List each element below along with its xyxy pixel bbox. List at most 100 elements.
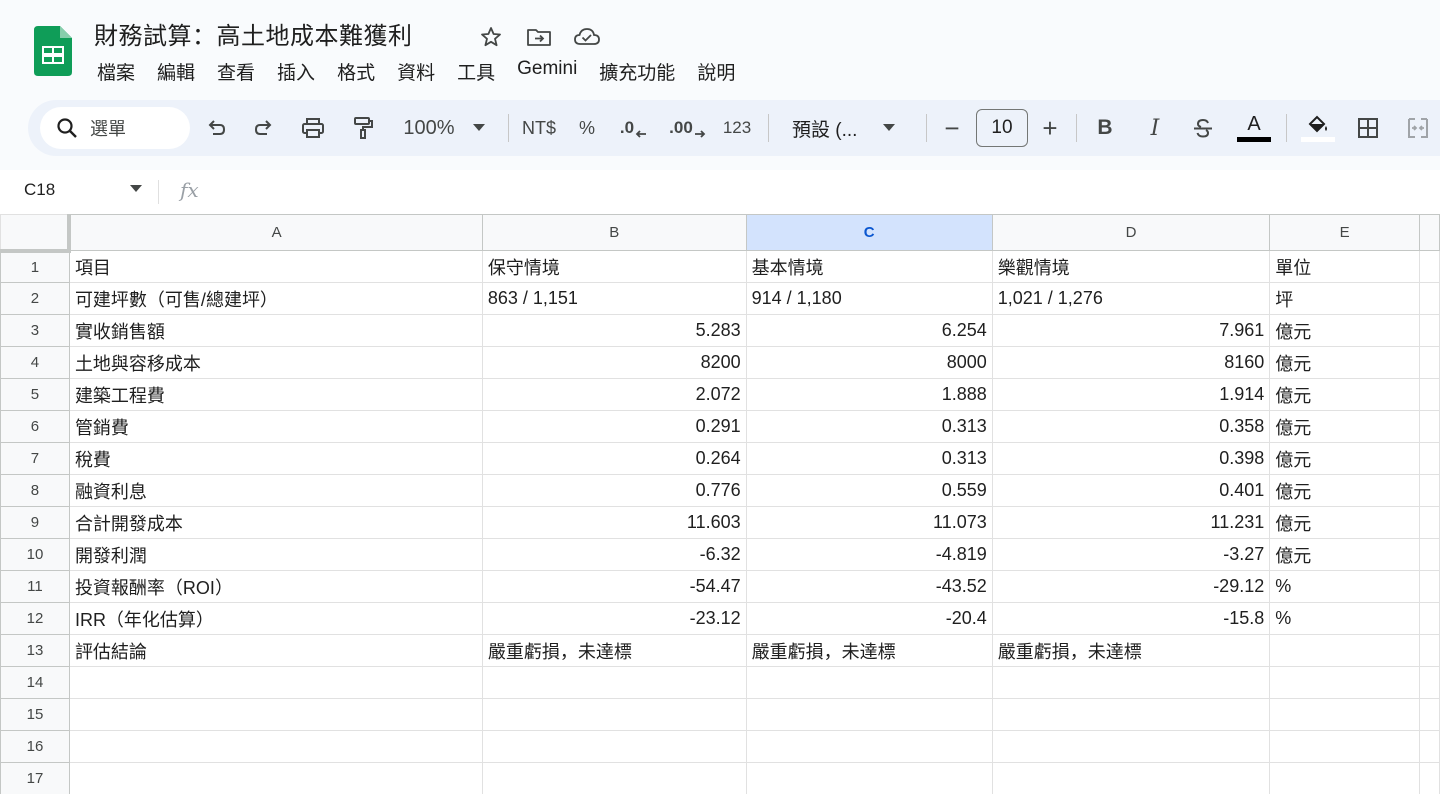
menu-view[interactable]: 查看 [206,56,266,87]
cell-b14[interactable] [481,666,747,699]
cell-overflow[interactable] [1419,250,1440,283]
row-header[interactable]: 11 [0,570,70,603]
cell-overflow[interactable] [1419,698,1440,731]
cell-a6[interactable]: 管銷費 [68,410,483,443]
cell-a16[interactable] [68,730,483,763]
row-header[interactable]: 2 [0,282,70,315]
cell-b4[interactable]: 8200 [481,346,747,379]
row-header[interactable]: 3 [0,314,70,347]
cell-d17[interactable] [991,762,1271,794]
menu-insert[interactable]: 插入 [266,56,326,87]
cell-c8[interactable]: 0.559 [745,474,993,507]
row-header[interactable]: 1 [0,250,70,283]
strikethrough-button[interactable] [1186,108,1220,148]
cell-a7[interactable]: 稅費 [68,442,483,475]
cell-d13[interactable]: 嚴重虧損，未達標 [991,634,1271,667]
cell-e5[interactable]: 億元 [1269,378,1421,411]
italic-button[interactable]: I [1138,108,1172,148]
cell-b10[interactable]: -6.32 [481,538,747,571]
cell-e8[interactable]: 億元 [1269,474,1421,507]
cell-a9[interactable]: 合計開發成本 [68,506,483,539]
cell-overflow[interactable] [1419,314,1440,347]
font-select[interactable]: 預設 (... [780,108,910,148]
cell-b1[interactable]: 保守情境 [481,250,747,283]
fill-color-button[interactable] [1298,108,1338,148]
decrease-font-size-button[interactable]: − [936,108,968,148]
zoom-select[interactable]: 100% [392,108,496,148]
cell-overflow[interactable] [1419,570,1440,603]
cell-c4[interactable]: 8000 [745,346,993,379]
cell-a8[interactable]: 融資利息 [68,474,483,507]
decrease-decimal-button[interactable]: .0 [614,108,654,148]
cell-e1[interactable]: 單位 [1269,250,1421,283]
menu-file[interactable]: 檔案 [86,56,146,87]
cell-b5[interactable]: 2.072 [481,378,747,411]
cell-e2[interactable]: 坪 [1269,282,1421,315]
more-formats-button[interactable]: 123 [718,108,756,148]
cell-d11[interactable]: -29.12 [991,570,1271,603]
row-header[interactable]: 4 [0,346,70,379]
cell-c6[interactable]: 0.313 [745,410,993,443]
cell-a11[interactable]: 投資報酬率（ROI） [68,570,483,603]
row-header[interactable]: 17 [0,762,70,794]
menu-gemini[interactable]: Gemini [506,56,588,87]
menu-data[interactable]: 資料 [386,56,446,87]
cell-e14[interactable] [1269,666,1421,699]
cell-overflow[interactable] [1419,346,1440,379]
cell-b3[interactable]: 5.283 [481,314,747,347]
cell-a12[interactable]: IRR（年化估算） [68,602,483,635]
row-header[interactable]: 12 [0,602,70,635]
cell-d8[interactable]: 0.401 [991,474,1271,507]
menu-extensions[interactable]: 擴充功能 [588,56,686,87]
cell-d16[interactable] [991,730,1271,763]
cell-d2[interactable]: 1,021 / 1,276 [991,282,1271,315]
print-button[interactable] [296,108,330,148]
select-all-corner[interactable] [0,214,72,253]
cell-b9[interactable]: 11.603 [481,506,747,539]
cell-overflow[interactable] [1419,378,1440,411]
cell-overflow[interactable] [1419,474,1440,507]
cell-a15[interactable] [68,698,483,731]
cell-d7[interactable]: 0.398 [991,442,1271,475]
cell-d1[interactable]: 樂觀情境 [991,250,1271,283]
cell-overflow[interactable] [1419,410,1440,443]
cell-overflow[interactable] [1419,634,1440,667]
cell-c16[interactable] [745,730,993,763]
menu-tools[interactable]: 工具 [446,56,506,87]
cell-e4[interactable]: 億元 [1269,346,1421,379]
cell-d12[interactable]: -15.8 [991,602,1271,635]
increase-decimal-button[interactable]: .00 [664,108,712,148]
cell-a4[interactable]: 土地與容移成本 [68,346,483,379]
undo-button[interactable] [200,108,232,148]
cell-overflow[interactable] [1419,762,1440,794]
redo-button[interactable] [248,108,280,148]
cell-e6[interactable]: 億元 [1269,410,1421,443]
cell-e17[interactable] [1269,762,1421,794]
cell-e16[interactable] [1269,730,1421,763]
cell-a1[interactable]: 項目 [68,250,483,283]
cell-c14[interactable] [745,666,993,699]
cell-overflow[interactable] [1419,282,1440,315]
cell-a2[interactable]: 可建坪數（可售/總建坪） [68,282,483,315]
text-color-button[interactable]: A [1234,108,1274,148]
cell-overflow[interactable] [1419,730,1440,763]
cell-e7[interactable]: 億元 [1269,442,1421,475]
column-header-overflow[interactable] [1419,214,1440,251]
cell-c1[interactable]: 基本情境 [745,250,993,283]
document-title[interactable]: 財務試算：高土地成本難獲利 [94,16,413,51]
column-header-e[interactable]: E [1269,214,1421,251]
row-header[interactable]: 5 [0,378,70,411]
cell-b16[interactable] [481,730,747,763]
cell-a17[interactable] [68,762,483,794]
cell-c2[interactable]: 914 / 1,180 [745,282,993,315]
row-header[interactable]: 14 [0,666,70,699]
cell-c17[interactable] [745,762,993,794]
column-header-c[interactable]: C [745,214,993,251]
row-header[interactable]: 16 [0,730,70,763]
column-header-b[interactable]: B [481,214,747,251]
cell-d6[interactable]: 0.358 [991,410,1271,443]
cell-e12[interactable]: % [1269,602,1421,635]
cell-d10[interactable]: -3.27 [991,538,1271,571]
menu-format[interactable]: 格式 [326,56,386,87]
cell-b6[interactable]: 0.291 [481,410,747,443]
